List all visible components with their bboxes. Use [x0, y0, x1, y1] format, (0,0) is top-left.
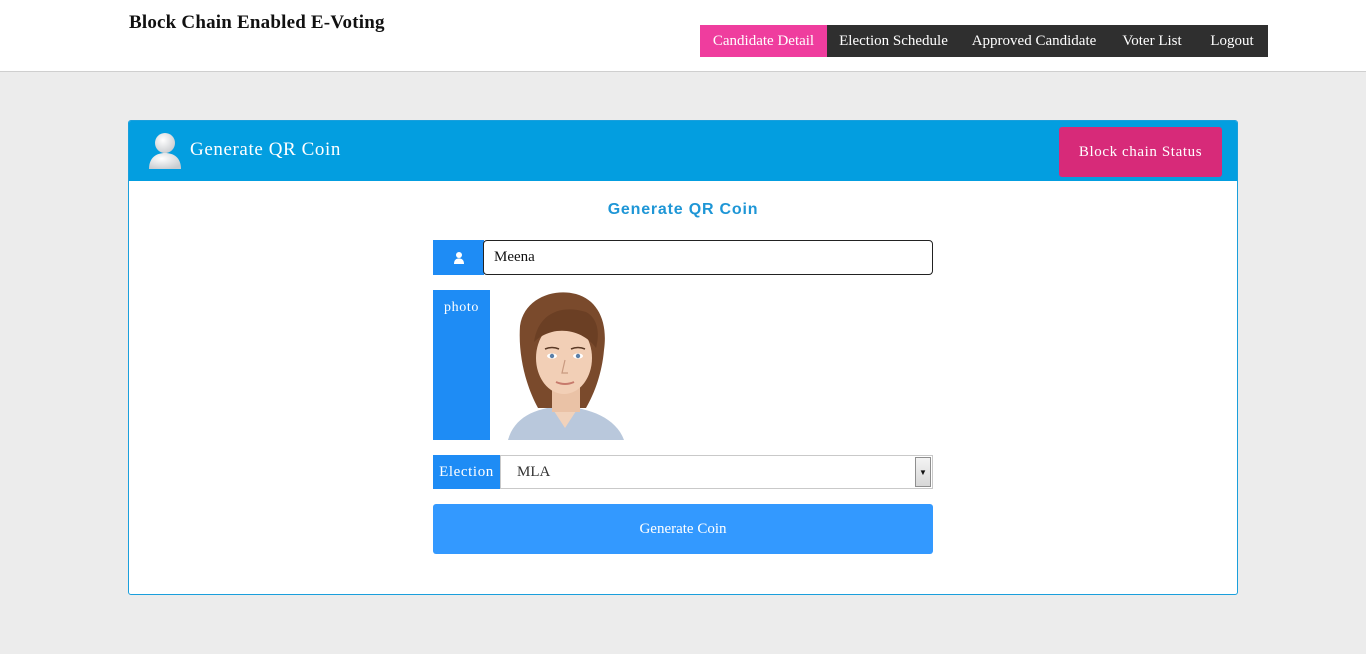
name-addon [433, 240, 484, 275]
candidate-name-input[interactable] [483, 240, 933, 275]
nav-candidate-detail[interactable]: Candidate Detail [700, 25, 827, 57]
panel-heading: Generate QR Coin [190, 139, 342, 160]
election-selected-value: MLA [517, 464, 551, 480]
nav-approved-candidate[interactable]: Approved Candidate [960, 25, 1108, 57]
qr-coin-panel: Generate QR Coin Block chain Status Gene… [128, 120, 1238, 595]
dropdown-arrow-icon[interactable]: ▼ [915, 457, 931, 487]
photo-label: photo [433, 290, 490, 440]
nav-voter-list[interactable]: Voter List [1108, 25, 1196, 57]
nav-logout[interactable]: Logout [1196, 25, 1268, 57]
user-avatar-icon [149, 133, 181, 169]
form-title: Generate QR Coin [607, 201, 759, 218]
main-nav: Candidate Detail Election Schedule Appro… [700, 25, 1268, 57]
election-select[interactable]: MLA ▼ [500, 455, 933, 489]
panel-header: Generate QR Coin Block chain Status [129, 121, 1237, 181]
election-label: Election [433, 455, 500, 489]
top-bar: Block Chain Enabled E-Voting Candidate D… [0, 0, 1366, 72]
app-title: Block Chain Enabled E-Voting [129, 12, 385, 33]
nav-election-schedule[interactable]: Election Schedule [827, 25, 960, 57]
blockchain-status-button[interactable]: Block chain Status [1059, 127, 1222, 177]
user-icon [453, 251, 464, 264]
generate-coin-button[interactable]: Generate Coin [433, 504, 933, 554]
candidate-photo [490, 290, 640, 440]
